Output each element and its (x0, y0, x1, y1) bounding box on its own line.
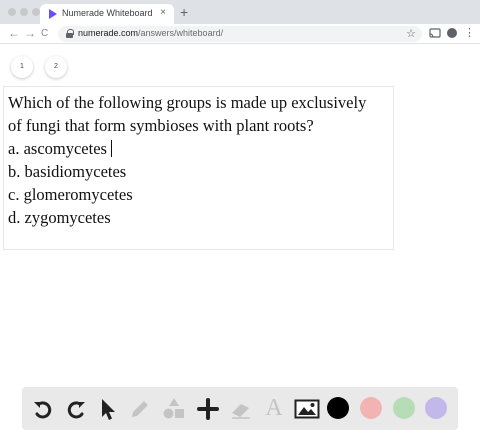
cast-icon[interactable] (429, 28, 441, 38)
address-bar[interactable]: numerade.com/answers/whiteboard/ ☆ (58, 26, 422, 42)
pencil-icon[interactable] (128, 397, 152, 421)
option-b: b. basidiomycetes (8, 162, 127, 181)
minimize-window-icon[interactable] (20, 8, 28, 16)
eraser-icon[interactable] (229, 397, 253, 421)
tab-numerade-whiteboard[interactable]: Numerade Whiteboard × (40, 4, 174, 24)
page-1-button[interactable]: 1 (11, 56, 33, 78)
option-d: d. zygomycetes (8, 208, 111, 227)
bookmark-star-icon[interactable]: ☆ (406, 27, 416, 40)
browser-window: Numerade Whiteboard × + ← → C numerade.c… (0, 0, 480, 436)
text-cursor (110, 140, 112, 157)
forward-icon[interactable]: → (24, 26, 36, 40)
redo-icon[interactable] (64, 397, 88, 421)
browser-menu-icon[interactable]: ⋮ (464, 26, 475, 40)
new-tab-button[interactable]: + (180, 4, 188, 20)
plus-icon[interactable] (196, 397, 220, 421)
color-black-swatch[interactable] (327, 397, 349, 419)
option-c: c. glomeromycetes (8, 185, 133, 204)
cursor-icon[interactable] (96, 397, 120, 421)
option-a-text: a. ascomycetes (8, 139, 107, 158)
back-icon[interactable]: ← (8, 26, 20, 40)
maximize-window-icon[interactable] (32, 8, 40, 16)
lock-icon (66, 29, 74, 38)
numerade-favicon-icon (49, 9, 57, 19)
browser-toolbar: ← → C numerade.com/answers/whiteboard/ ☆… (0, 24, 480, 44)
color-green-swatch[interactable] (393, 397, 415, 419)
shapes-icon[interactable] (162, 397, 186, 421)
color-purple-swatch[interactable] (425, 397, 447, 419)
undo-icon[interactable] (31, 397, 55, 421)
close-window-icon[interactable] (8, 8, 16, 16)
whiteboard-toolbar: A (22, 387, 458, 430)
tab-bar: Numerade Whiteboard × + (0, 0, 480, 24)
profile-avatar-icon[interactable] (447, 28, 457, 38)
question-line-2: of fungi that form symbioses with plant … (8, 116, 314, 135)
option-a: a. ascomycetes (8, 137, 393, 160)
url-text[interactable]: numerade.com/answers/whiteboard/ (78, 28, 223, 38)
text-icon[interactable]: A (262, 395, 286, 421)
color-pink-swatch[interactable] (360, 397, 382, 419)
tab-title: Numerade Whiteboard (62, 8, 153, 18)
reload-icon[interactable]: C (41, 27, 48, 41)
question-line-1: Which of the following groups is made up… (8, 93, 367, 112)
tab-close-icon[interactable]: × (160, 7, 166, 19)
page-2-button[interactable]: 2 (45, 56, 67, 78)
question-text-box[interactable]: Which of the following groups is made up… (3, 86, 394, 250)
image-icon[interactable] (294, 397, 320, 421)
